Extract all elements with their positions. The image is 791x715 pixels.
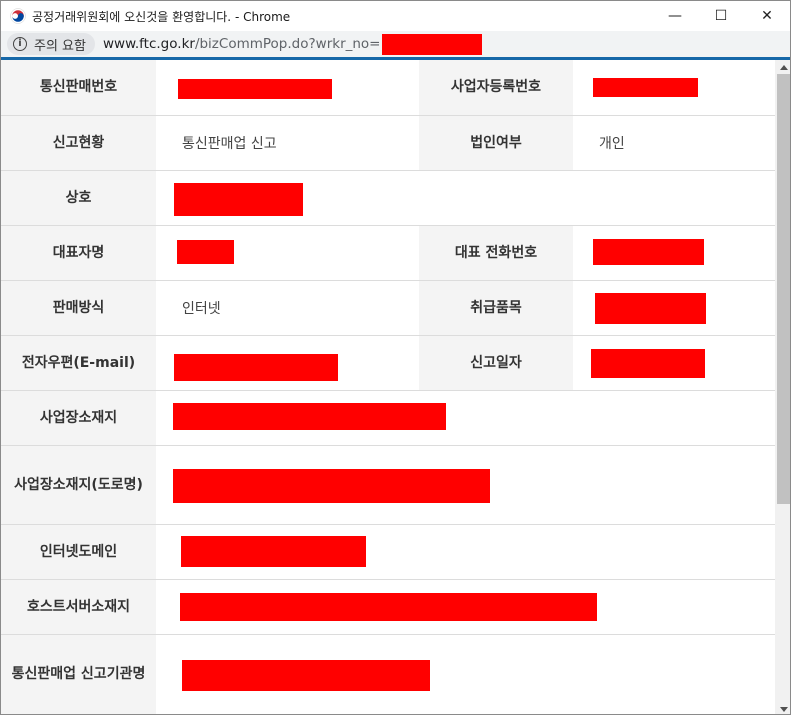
redaction-box	[593, 239, 704, 265]
minimize-icon: —	[668, 8, 682, 24]
row-value	[573, 226, 775, 280]
row-label: 취급품목	[419, 281, 573, 335]
row-label: 전자우편(E-mail)	[1, 336, 156, 390]
row-label: 호스트서버소재지	[1, 580, 156, 634]
row-label: 사업장소재지	[1, 391, 156, 445]
row-label: 대표 전화번호	[419, 226, 573, 280]
redaction-box	[182, 660, 430, 691]
table-row: 호스트서버소재지	[1, 580, 775, 635]
redaction-box	[381, 33, 482, 55]
row-label: 인터넷도메인	[1, 525, 156, 579]
redaction-box	[178, 79, 332, 99]
redaction-box	[180, 593, 597, 621]
redaction-box	[174, 354, 338, 381]
row-value	[156, 635, 775, 714]
redaction-box	[595, 293, 706, 324]
window-title: 공정거래위원회에 오신것을 환영합니다. - Chrome	[32, 9, 291, 24]
row-label: 신고현황	[1, 116, 156, 170]
table-row: 사업장소재지	[1, 391, 775, 446]
row-value	[573, 336, 775, 390]
row-value: 인터넷	[156, 281, 419, 335]
row-label: 통신판매번호	[1, 60, 156, 115]
site-info-button[interactable]: i 주의 요함	[7, 33, 95, 55]
row-value: 통신판매업 신고	[156, 116, 419, 170]
url-path: /bizCommPop.do?wrkr_no=	[194, 36, 381, 52]
window-controls: — ☐ ✕	[652, 1, 790, 31]
row-value	[156, 336, 419, 390]
title-bar[interactable]: 공정거래위원회에 오신것을 환영합니다. - Chrome — ☐ ✕	[1, 1, 790, 31]
redaction-box	[177, 240, 234, 264]
table-row: 신고현황 통신판매업 신고 법인여부 개인	[1, 116, 775, 171]
maximize-button[interactable]: ☐	[698, 1, 744, 31]
redaction-box	[174, 183, 303, 216]
redaction-box	[591, 349, 705, 378]
row-label: 상호	[1, 171, 156, 225]
row-value	[156, 226, 419, 280]
row-value	[156, 391, 775, 445]
table-row: 통신판매번호 사업자등록번호	[1, 60, 775, 116]
close-icon: ✕	[761, 8, 773, 24]
table-row: 사업장소재지(도로명)	[1, 446, 775, 525]
table-row: 인터넷도메인	[1, 525, 775, 580]
row-label: 사업자등록번호	[419, 60, 573, 115]
row-value	[156, 446, 775, 524]
info-icon: i	[13, 37, 27, 51]
browser-window: 공정거래위원회에 오신것을 환영합니다. - Chrome — ☐ ✕ i 주의…	[0, 0, 791, 715]
row-label: 법인여부	[419, 116, 573, 170]
url-host: www.ftc.go.kr	[102, 36, 195, 52]
maximize-icon: ☐	[714, 8, 728, 24]
business-info-table: 통신판매번호 사업자등록번호 신고현황 통신판매업 신고 법인여부 개인 상호 …	[1, 60, 775, 714]
row-label: 대표자명	[1, 226, 156, 280]
vertical-scrollbar[interactable]	[775, 60, 790, 714]
minimize-button[interactable]: —	[652, 1, 698, 31]
row-value	[156, 580, 775, 634]
arrow-down-icon	[779, 706, 788, 712]
row-value	[573, 60, 775, 115]
table-row: 대표자명 대표 전화번호	[1, 226, 775, 281]
row-value	[156, 60, 419, 115]
row-value: 개인	[573, 116, 775, 170]
redaction-box	[173, 403, 446, 430]
redaction-box	[173, 469, 490, 503]
table-row: 상호	[1, 171, 775, 226]
row-value	[156, 171, 775, 225]
table-row: 판매방식 인터넷 취급품목	[1, 281, 775, 336]
redaction-box	[181, 536, 366, 567]
row-label: 신고일자	[419, 336, 573, 390]
security-status-label: 주의 요함	[34, 38, 86, 54]
redaction-box	[593, 78, 698, 97]
scroll-up-button[interactable]	[775, 60, 790, 74]
address-bar[interactable]: i 주의 요함 www.ftc.go.kr /bizCommPop.do?wrk…	[1, 31, 790, 57]
url-text[interactable]: www.ftc.go.kr /bizCommPop.do?wrkr_no=	[102, 33, 482, 55]
scrollbar-thumb[interactable]	[777, 74, 790, 504]
row-label: 통신판매업 신고기관명	[1, 635, 156, 714]
korea-emblem-icon	[10, 8, 26, 24]
table-row: 통신판매업 신고기관명	[1, 635, 775, 714]
row-value	[156, 525, 775, 579]
row-label: 판매방식	[1, 281, 156, 335]
table-row: 전자우편(E-mail) 신고일자	[1, 336, 775, 391]
arrow-up-icon	[779, 64, 788, 70]
row-label: 사업장소재지(도로명)	[1, 446, 156, 524]
row-value	[573, 281, 775, 335]
scroll-down-button[interactable]	[775, 702, 790, 714]
close-button[interactable]: ✕	[744, 1, 790, 31]
